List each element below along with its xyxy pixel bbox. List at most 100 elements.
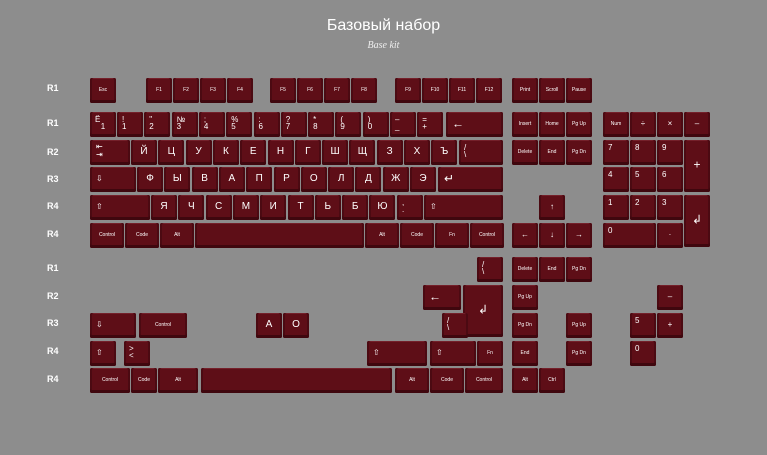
key-legend: F3: [210, 86, 216, 93]
key-legend: Щ: [357, 145, 368, 157]
key-legend: \: [447, 323, 450, 332]
key-extra-end: End: [539, 257, 565, 282]
key-legend: ×: [667, 118, 673, 128]
key-extra-num-0: 0: [630, 341, 656, 366]
key-legend: <: [129, 351, 134, 360]
key-legend: Н: [276, 145, 285, 157]
key-extra-iso: > <: [124, 341, 150, 366]
key-num-enter: ↲: [684, 195, 710, 247]
key-legend: F10: [430, 86, 440, 93]
key-legend: 0: [608, 226, 613, 235]
key-legend: Pg Up: [572, 321, 586, 328]
key-legend: Л: [337, 172, 345, 184]
key-legend: Pg Dn: [572, 349, 586, 356]
key-f4: F4: [227, 78, 253, 103]
key-legend: Р: [283, 172, 290, 184]
key-extra-backslash: / \: [477, 257, 503, 282]
key-т: Т: [287, 195, 314, 220]
key-legend: End: [547, 265, 557, 272]
key-legend: ⇧: [373, 347, 380, 357]
key-ж: Ж: [382, 167, 409, 192]
key-legend: ↓: [550, 229, 554, 239]
key-legend: Й: [140, 145, 148, 157]
key-extra-a: A: [256, 313, 282, 338]
key-з: З: [376, 140, 403, 165]
key-legend: Ж: [391, 172, 401, 184]
key-legend: 8: [635, 143, 640, 152]
key-enter: ↵: [438, 167, 503, 192]
key-legend: F4: [237, 86, 243, 93]
key-legend: Ц: [167, 145, 175, 157]
key-f12: F12: [476, 78, 502, 103]
key-legend: 1: [608, 198, 613, 207]
key-legend: Insert: [518, 120, 532, 127]
key-num-8: 8: [630, 140, 656, 165]
key-legend: Code: [138, 376, 150, 383]
key-legend: +: [693, 157, 701, 172]
key-legend: 6: [258, 122, 263, 131]
key-legend: Control: [475, 376, 493, 383]
key-legend: Alt: [522, 376, 528, 383]
key-num-7: * 8: [308, 112, 335, 137]
key-legend: End: [520, 349, 530, 356]
key-legend: 9: [662, 143, 667, 152]
key-legend: 2: [149, 122, 154, 131]
key-legend: F2: [183, 86, 189, 93]
key-legend: \: [464, 150, 467, 159]
key-н: Н: [267, 140, 294, 165]
key-f7: F7: [324, 78, 350, 103]
key-legend: F8: [361, 86, 367, 93]
key-legend: 1: [100, 122, 106, 131]
key-г: Г: [294, 140, 321, 165]
key-legend: Я: [160, 200, 168, 212]
key-extra-pgdn: Pg Dn: [566, 257, 592, 282]
key-legend: .: [402, 205, 405, 214]
key-legend: Home: [545, 120, 559, 127]
key-legend: ⇩: [96, 319, 103, 329]
key-legend: П: [255, 172, 263, 184]
key-legend: Fn: [487, 349, 493, 356]
key-legend: Ы: [172, 172, 182, 184]
key-extra-backspace: ←: [423, 285, 461, 310]
key-num-0: 0: [603, 223, 656, 248]
key-extra-alt: Alt: [158, 368, 198, 393]
key-legend: Scroll: [545, 86, 559, 93]
key-delete: Delete: [512, 140, 538, 165]
key-legend: 7: [608, 143, 613, 152]
key-ш: Ш: [322, 140, 349, 165]
key-num-0: ! 1: [117, 112, 143, 137]
key-num-10: – _: [390, 112, 416, 137]
key-legend: 2: [635, 198, 640, 207]
keycap-set: Esc F1 F2 F3 F4 F5 F6 F7 F8 F9 F10 F11 F12 Print Scrol…: [0, 0, 767, 455]
key-comma: ,.: [397, 195, 423, 220]
key-legend: +: [422, 122, 427, 131]
key-lcontrol: Control: [90, 223, 124, 248]
key-у: У: [185, 140, 212, 165]
key-legend: ←: [429, 289, 441, 304]
key-legend: 5: [635, 316, 640, 325]
key-extra-num-5: 5: [630, 313, 656, 338]
key-legend: К: [222, 145, 229, 157]
key-legend: ⇧: [430, 201, 437, 211]
key-left: ←: [512, 223, 538, 248]
key-rcode: Code: [400, 223, 434, 248]
key-legend: 5: [635, 170, 640, 179]
key-extra-shift-175: ⇧: [430, 341, 476, 366]
key-extra-space: [201, 368, 392, 393]
key-legend: Ь: [324, 200, 332, 212]
key-е: Е: [240, 140, 267, 165]
key-scroll: Scroll: [539, 78, 565, 103]
key-legend: 7: [285, 122, 291, 131]
key-legend: Code: [136, 231, 148, 238]
key-f11: F11: [449, 78, 475, 103]
key-extra-end-2: End: [512, 341, 538, 366]
key-х: Х: [404, 140, 430, 165]
key-extra-alt-3: Alt: [512, 368, 538, 393]
key-f8: F8: [351, 78, 377, 103]
key-legend: Е: [249, 145, 257, 157]
key-legend: ⇩: [96, 173, 103, 183]
key-f3: F3: [200, 78, 226, 103]
key-backspace: ←: [446, 112, 503, 137]
key-legend: End: [547, 148, 557, 155]
key-legend: Ш: [330, 145, 340, 157]
